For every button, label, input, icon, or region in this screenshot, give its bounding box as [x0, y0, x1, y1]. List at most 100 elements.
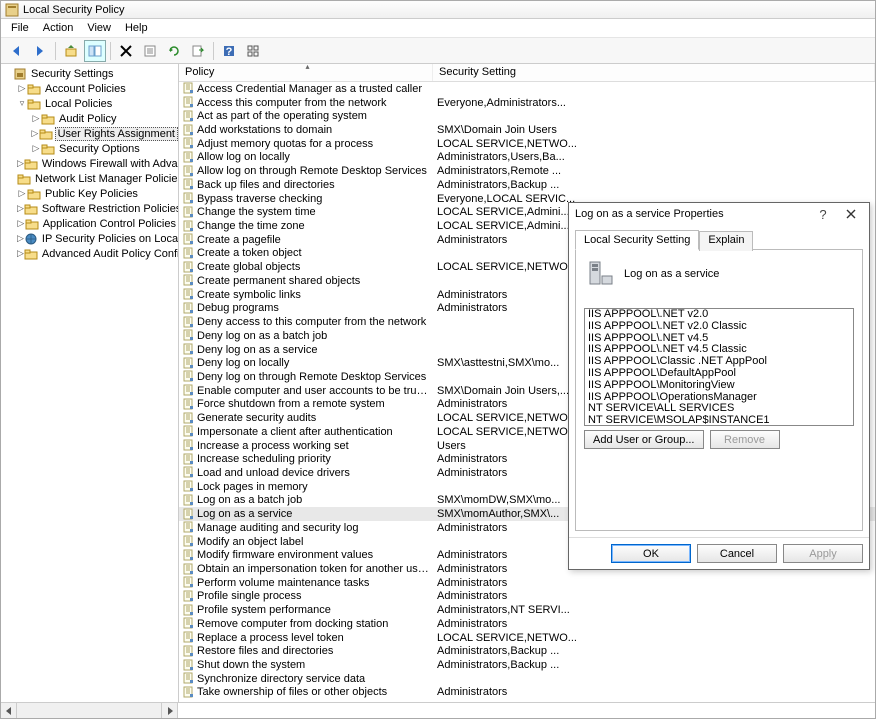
list-row[interactable]: Access this computer from the networkEve… [179, 96, 875, 110]
tree-item[interactable]: ▷Account Policies [1, 81, 178, 96]
policy-icon [181, 672, 195, 685]
expand-icon[interactable]: ▷ [17, 83, 27, 94]
expand-icon[interactable]: ▷ [31, 128, 39, 139]
policy-heading: Log on as a service [584, 258, 854, 290]
tree-item[interactable]: ▷Public Key Policies [1, 186, 178, 201]
refresh-button[interactable] [163, 40, 185, 62]
forward-button[interactable] [29, 40, 51, 62]
list-row[interactable]: Take ownership of files or other objects… [179, 686, 875, 700]
toolbar-separator [110, 42, 111, 60]
remove-button[interactable]: Remove [710, 430, 780, 449]
user-list-item[interactable]: IIS APPPOOL\MonitoringView [585, 380, 853, 392]
expand-icon[interactable]: ▷ [17, 203, 24, 214]
list-row[interactable]: Adjust memory quotas for a processLOCAL … [179, 137, 875, 151]
delete-button[interactable] [115, 40, 137, 62]
user-list-item[interactable]: IIS APPPOOL\.NET v2.0 [585, 309, 853, 321]
list-row[interactable]: Perform volume maintenance tasksAdminist… [179, 576, 875, 590]
policy-icon [181, 617, 195, 630]
policy-icon [181, 357, 195, 370]
scroll-right-icon[interactable] [161, 703, 177, 718]
user-list-item[interactable]: IIS APPPOOL\.NET v2.0 Classic [585, 321, 853, 333]
window-title: Local Security Policy [23, 4, 125, 16]
list-row[interactable]: Shut down the systemAdministrators,Backu… [179, 658, 875, 672]
col-setting[interactable]: Security Setting [433, 64, 875, 81]
menu-action[interactable]: Action [37, 21, 80, 35]
user-list-item[interactable]: IIS APPPOOL\OperationsManager [585, 392, 853, 404]
col-policy[interactable]: Policy▴ [179, 64, 433, 81]
expand-icon[interactable]: ▷ [17, 233, 24, 244]
scroll-track[interactable] [17, 703, 161, 718]
tree-item[interactable]: ▷Application Control Policies [1, 216, 178, 231]
menu-file[interactable]: File [5, 21, 35, 35]
tree-pane[interactable]: Security Settings▷Account Policies▿Local… [1, 64, 179, 702]
back-button[interactable] [5, 40, 27, 62]
user-list-item[interactable]: IIS APPPOOL\Classic .NET AppPool [585, 356, 853, 368]
help-icon[interactable]: ? [811, 205, 835, 223]
tree-item[interactable]: ▿Local Policies [1, 96, 178, 111]
policy-icon [181, 604, 195, 617]
list-row[interactable]: Allow log on through Remote Desktop Serv… [179, 164, 875, 178]
expand-icon[interactable]: ▷ [31, 113, 41, 124]
policy-name: Deny log on as a batch job [197, 330, 433, 342]
expand-icon[interactable]: ▷ [17, 248, 24, 259]
user-list-item[interactable]: NT SERVICE\ALL SERVICES [585, 403, 853, 415]
expand-icon[interactable]: ▿ [17, 98, 27, 109]
policy-name: Deny log on as a service [197, 344, 433, 356]
user-list-item[interactable]: IIS APPPOOL\.NET v4.5 [585, 333, 853, 345]
cancel-button[interactable]: Cancel [697, 544, 777, 563]
tree-item[interactable]: ▷Advanced Audit Policy Configuration [1, 246, 178, 261]
properties-button[interactable] [139, 40, 161, 62]
policy-name-label: Log on as a service [624, 268, 719, 280]
list-row[interactable]: Restore files and directoriesAdministrat… [179, 644, 875, 658]
add-user-button[interactable]: Add User or Group... [584, 430, 704, 449]
user-list[interactable]: IIS APPPOOL\.NET v2.0IIS APPPOOL\.NET v2… [584, 308, 854, 426]
ok-button[interactable]: OK [611, 544, 691, 563]
apply-button[interactable]: Apply [783, 544, 863, 563]
tile-button[interactable] [242, 40, 264, 62]
tree-item[interactable]: Network List Manager Policies [1, 171, 178, 186]
expand-icon[interactable]: ▷ [17, 158, 24, 169]
show-tree-button[interactable] [84, 40, 106, 62]
up-button[interactable] [60, 40, 82, 62]
expand-icon[interactable]: ▷ [31, 143, 41, 154]
menu-help[interactable]: Help [119, 21, 154, 35]
tab-local-security[interactable]: Local Security Setting [575, 230, 699, 250]
tree-item[interactable]: ▷Audit Policy [1, 111, 178, 126]
list-row[interactable]: Add workstations to domainSMX\Domain Joi… [179, 123, 875, 137]
list-row[interactable]: Synchronize directory service data [179, 672, 875, 686]
list-row[interactable]: Allow log on locallyAdministrators,Users… [179, 151, 875, 165]
policy-name: Change the time zone [197, 220, 433, 232]
export-button[interactable] [187, 40, 209, 62]
menu-view[interactable]: View [81, 21, 117, 35]
expand-icon[interactable]: ▷ [17, 218, 25, 229]
list-row[interactable]: Profile system performanceAdministrators… [179, 603, 875, 617]
help-button[interactable]: ? [218, 40, 240, 62]
expand-icon[interactable]: ▷ [17, 188, 27, 199]
dialog-footer: OK Cancel Apply [569, 537, 869, 569]
list-row[interactable]: Back up files and directoriesAdministrat… [179, 178, 875, 192]
close-icon[interactable] [839, 205, 863, 223]
policy-name: Deny log on locally [197, 357, 433, 369]
tree-item[interactable]: ▷Software Restriction Policies [1, 201, 178, 216]
list-row[interactable]: Remove computer from docking stationAdmi… [179, 617, 875, 631]
tree-item[interactable]: ▷ IP Security Policies on Local Compute [1, 231, 178, 246]
user-list-item[interactable]: IIS APPPOOL\DefaultAppPool [585, 368, 853, 380]
tab-explain[interactable]: Explain [699, 231, 753, 251]
tree-item-label: IP Security Policies on Local Compute [40, 233, 179, 245]
policy-name: Bypass traverse checking [197, 193, 433, 205]
list-row[interactable]: Access Credential Manager as a trusted c… [179, 82, 875, 96]
scroll-left-icon[interactable] [1, 703, 17, 718]
user-list-item[interactable]: NT SERVICE\MSOLAP$INSTANCE1 [585, 415, 853, 426]
tree-item[interactable]: ▷Windows Firewall with Advanced Sec [1, 156, 178, 171]
tree-hscrollbar[interactable] [1, 702, 875, 718]
list-row[interactable]: Replace a process level tokenLOCAL SERVI… [179, 631, 875, 645]
policy-icon [181, 82, 195, 95]
user-list-item[interactable]: IIS APPPOOL\.NET v4.5 Classic [585, 344, 853, 356]
tree-item[interactable]: ▷User Rights Assignment [1, 126, 178, 141]
tree-item-label: Network List Manager Policies [33, 173, 179, 185]
policy-name: Modify firmware environment values [197, 549, 433, 561]
tree-item[interactable]: ▷Security Options [1, 141, 178, 156]
tree-item[interactable]: Security Settings [1, 66, 178, 81]
list-row[interactable]: Profile single processAdministrators [179, 590, 875, 604]
list-row[interactable]: Act as part of the operating system [179, 109, 875, 123]
